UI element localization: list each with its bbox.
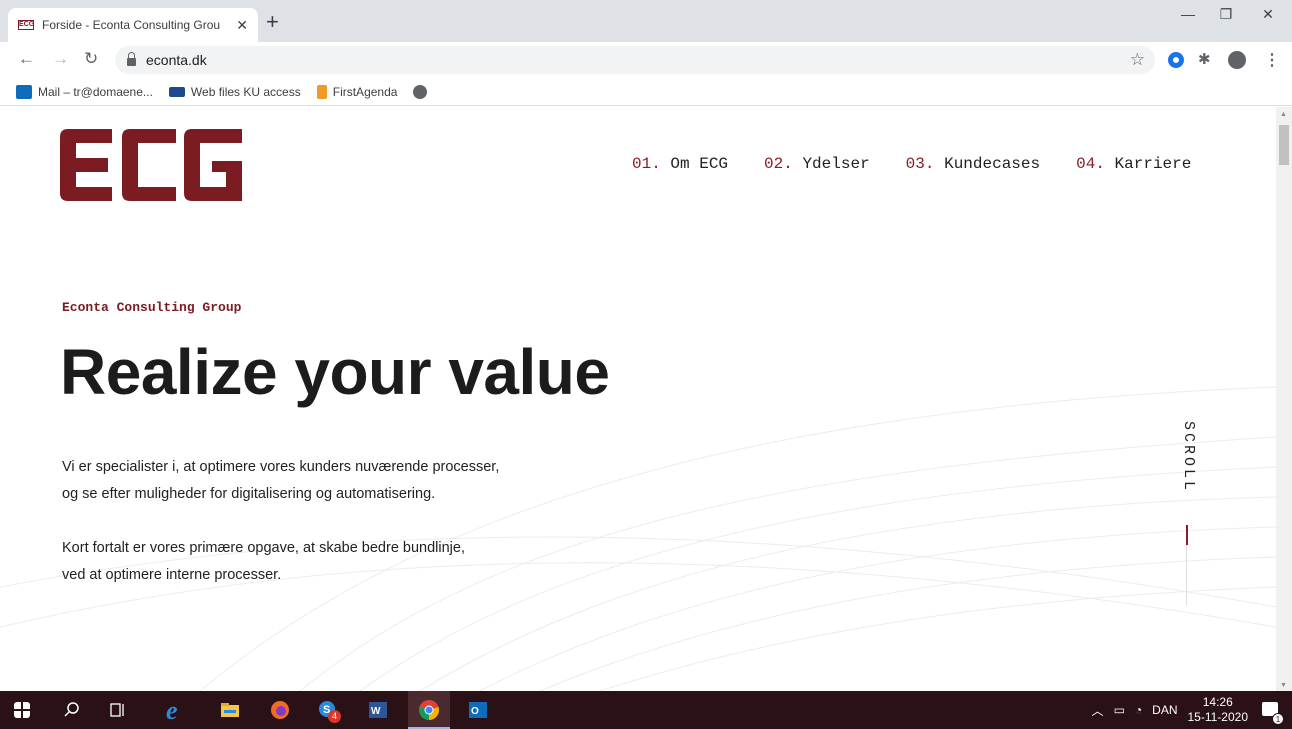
restore-button[interactable]: ❐ [1206,6,1246,23]
browser-tab[interactable]: ECG Forside - Econta Consulting Grou ✕ [8,8,258,42]
chevron-up-icon[interactable]: ︿ [1092,702,1104,719]
firefox-icon[interactable] [270,700,290,720]
browser-menu-icon[interactable]: ⋮ [1264,50,1280,70]
battery-icon[interactable]: ▭ [1114,703,1125,717]
page-scrollbar[interactable]: ▲ ▼ [1276,107,1292,691]
lock-icon [127,52,136,66]
edge-icon[interactable]: e [164,698,188,722]
scroll-up-icon[interactable]: ▲ [1280,111,1287,118]
ecg-favicon-icon: ECG [18,20,35,30]
minimize-button[interactable]: — [1168,6,1208,22]
main-nav: 01. Om ECG 02. Ydelser 03. Kundecases 04… [632,155,1191,173]
tab-close-icon[interactable]: ✕ [236,17,248,34]
clock-date: 15-11-2020 [1187,710,1249,724]
bookmark-star-icon[interactable]: ☆ [1130,50,1145,70]
svg-text:O: O [471,706,479,717]
url-text: econta.dk [146,52,207,68]
clock-time: 14:26 [1202,695,1233,709]
scrollbar-thumb[interactable] [1279,125,1289,165]
nav-item-ydelser[interactable]: 02. Ydelser [764,155,870,173]
forward-arrow-icon[interactable]: → [52,50,69,68]
wifi-icon[interactable]: ◔ [1135,703,1142,717]
nav-item-om-ecg[interactable]: 01. Om ECG [632,155,728,173]
reload-icon[interactable]: ↻ [84,50,98,68]
extensions-puzzle-icon[interactable]: ✱ [1198,50,1214,68]
bookmarks-bar: Mail – tr@domaene... Web files KU access… [0,78,1292,106]
firstagenda-icon [316,84,327,99]
nav-item-karriere[interactable]: 04. Karriere [1076,155,1191,173]
search-icon[interactable] [62,700,82,720]
bookmark-mail[interactable]: Mail – tr@domaene... [16,84,153,99]
scroll-indicator-thumb [1186,525,1188,545]
bookmark-label: Web files KU access [190,84,301,99]
outlook-icon[interactable]: O [468,700,488,720]
bookmark-firstagenda[interactable]: FirstAgenda [316,84,398,99]
language-indicator[interactable]: DAN [1152,703,1177,717]
globe-icon [413,84,428,99]
scroll-down-icon[interactable]: ▼ [1280,682,1287,689]
address-bar[interactable]: econta.dk ☆ [115,46,1155,74]
windows-taskbar: e S 4 W O ︿ ▭ ◔ DAN 14:26 15-11-2020 1 [0,691,1292,729]
browser-toolbar: ← → ↻ econta.dk ☆ ✱ ⋮ [0,42,1292,78]
tab-title: Forside - Econta Consulting Grou [42,18,221,32]
profile-avatar-icon[interactable] [1228,51,1246,69]
task-view-icon[interactable] [108,700,128,720]
chrome-icon[interactable] [418,699,440,721]
bookmark-label: FirstAgenda [332,84,398,99]
file-explorer-icon[interactable] [220,700,240,720]
extension-icon[interactable] [1168,52,1184,68]
back-arrow-icon[interactable]: ← [18,50,35,68]
close-window-button[interactable]: ✕ [1248,6,1288,23]
windows-start-icon[interactable] [14,702,30,718]
new-tab-button[interactable]: + [266,11,279,33]
bookmark-label: Mail – tr@domaene... [38,84,153,99]
nav-item-kundecases[interactable]: 03. Kundecases [906,155,1040,173]
clock[interactable]: 14:26 15-11-2020 [1188,695,1249,725]
svg-text:e: e [166,698,178,722]
skype-badge: 4 [328,710,341,723]
outlook-icon [16,84,32,99]
scroll-indicator-label[interactable]: SCROLL [1177,421,1197,493]
bookmark-globe[interactable] [413,84,433,99]
intro-paragraph: Vi er specialister i, at optimere vores … [62,459,500,502]
web-page: 01. Om ECG 02. Ydelser 03. Kundecases 04… [0,107,1276,691]
ku-icon [168,86,185,97]
word-icon[interactable]: W [368,700,388,720]
tab-strip: ECG Forside - Econta Consulting Grou ✕ +… [0,0,1292,42]
svg-text:W: W [371,706,381,717]
notification-count-badge: 1 [1272,713,1284,725]
hero-headline: Realize your value [60,336,610,408]
bookmark-ku[interactable]: Web files KU access [168,84,301,99]
eyebrow-text: Econta Consulting Group [62,300,242,315]
ecg-logo[interactable] [60,129,242,201]
system-tray: ︿ ▭ ◔ DAN 14:26 15-11-2020 [1092,695,1248,725]
summary-paragraph: Kort fortalt er vores primære opgave, at… [62,540,465,583]
